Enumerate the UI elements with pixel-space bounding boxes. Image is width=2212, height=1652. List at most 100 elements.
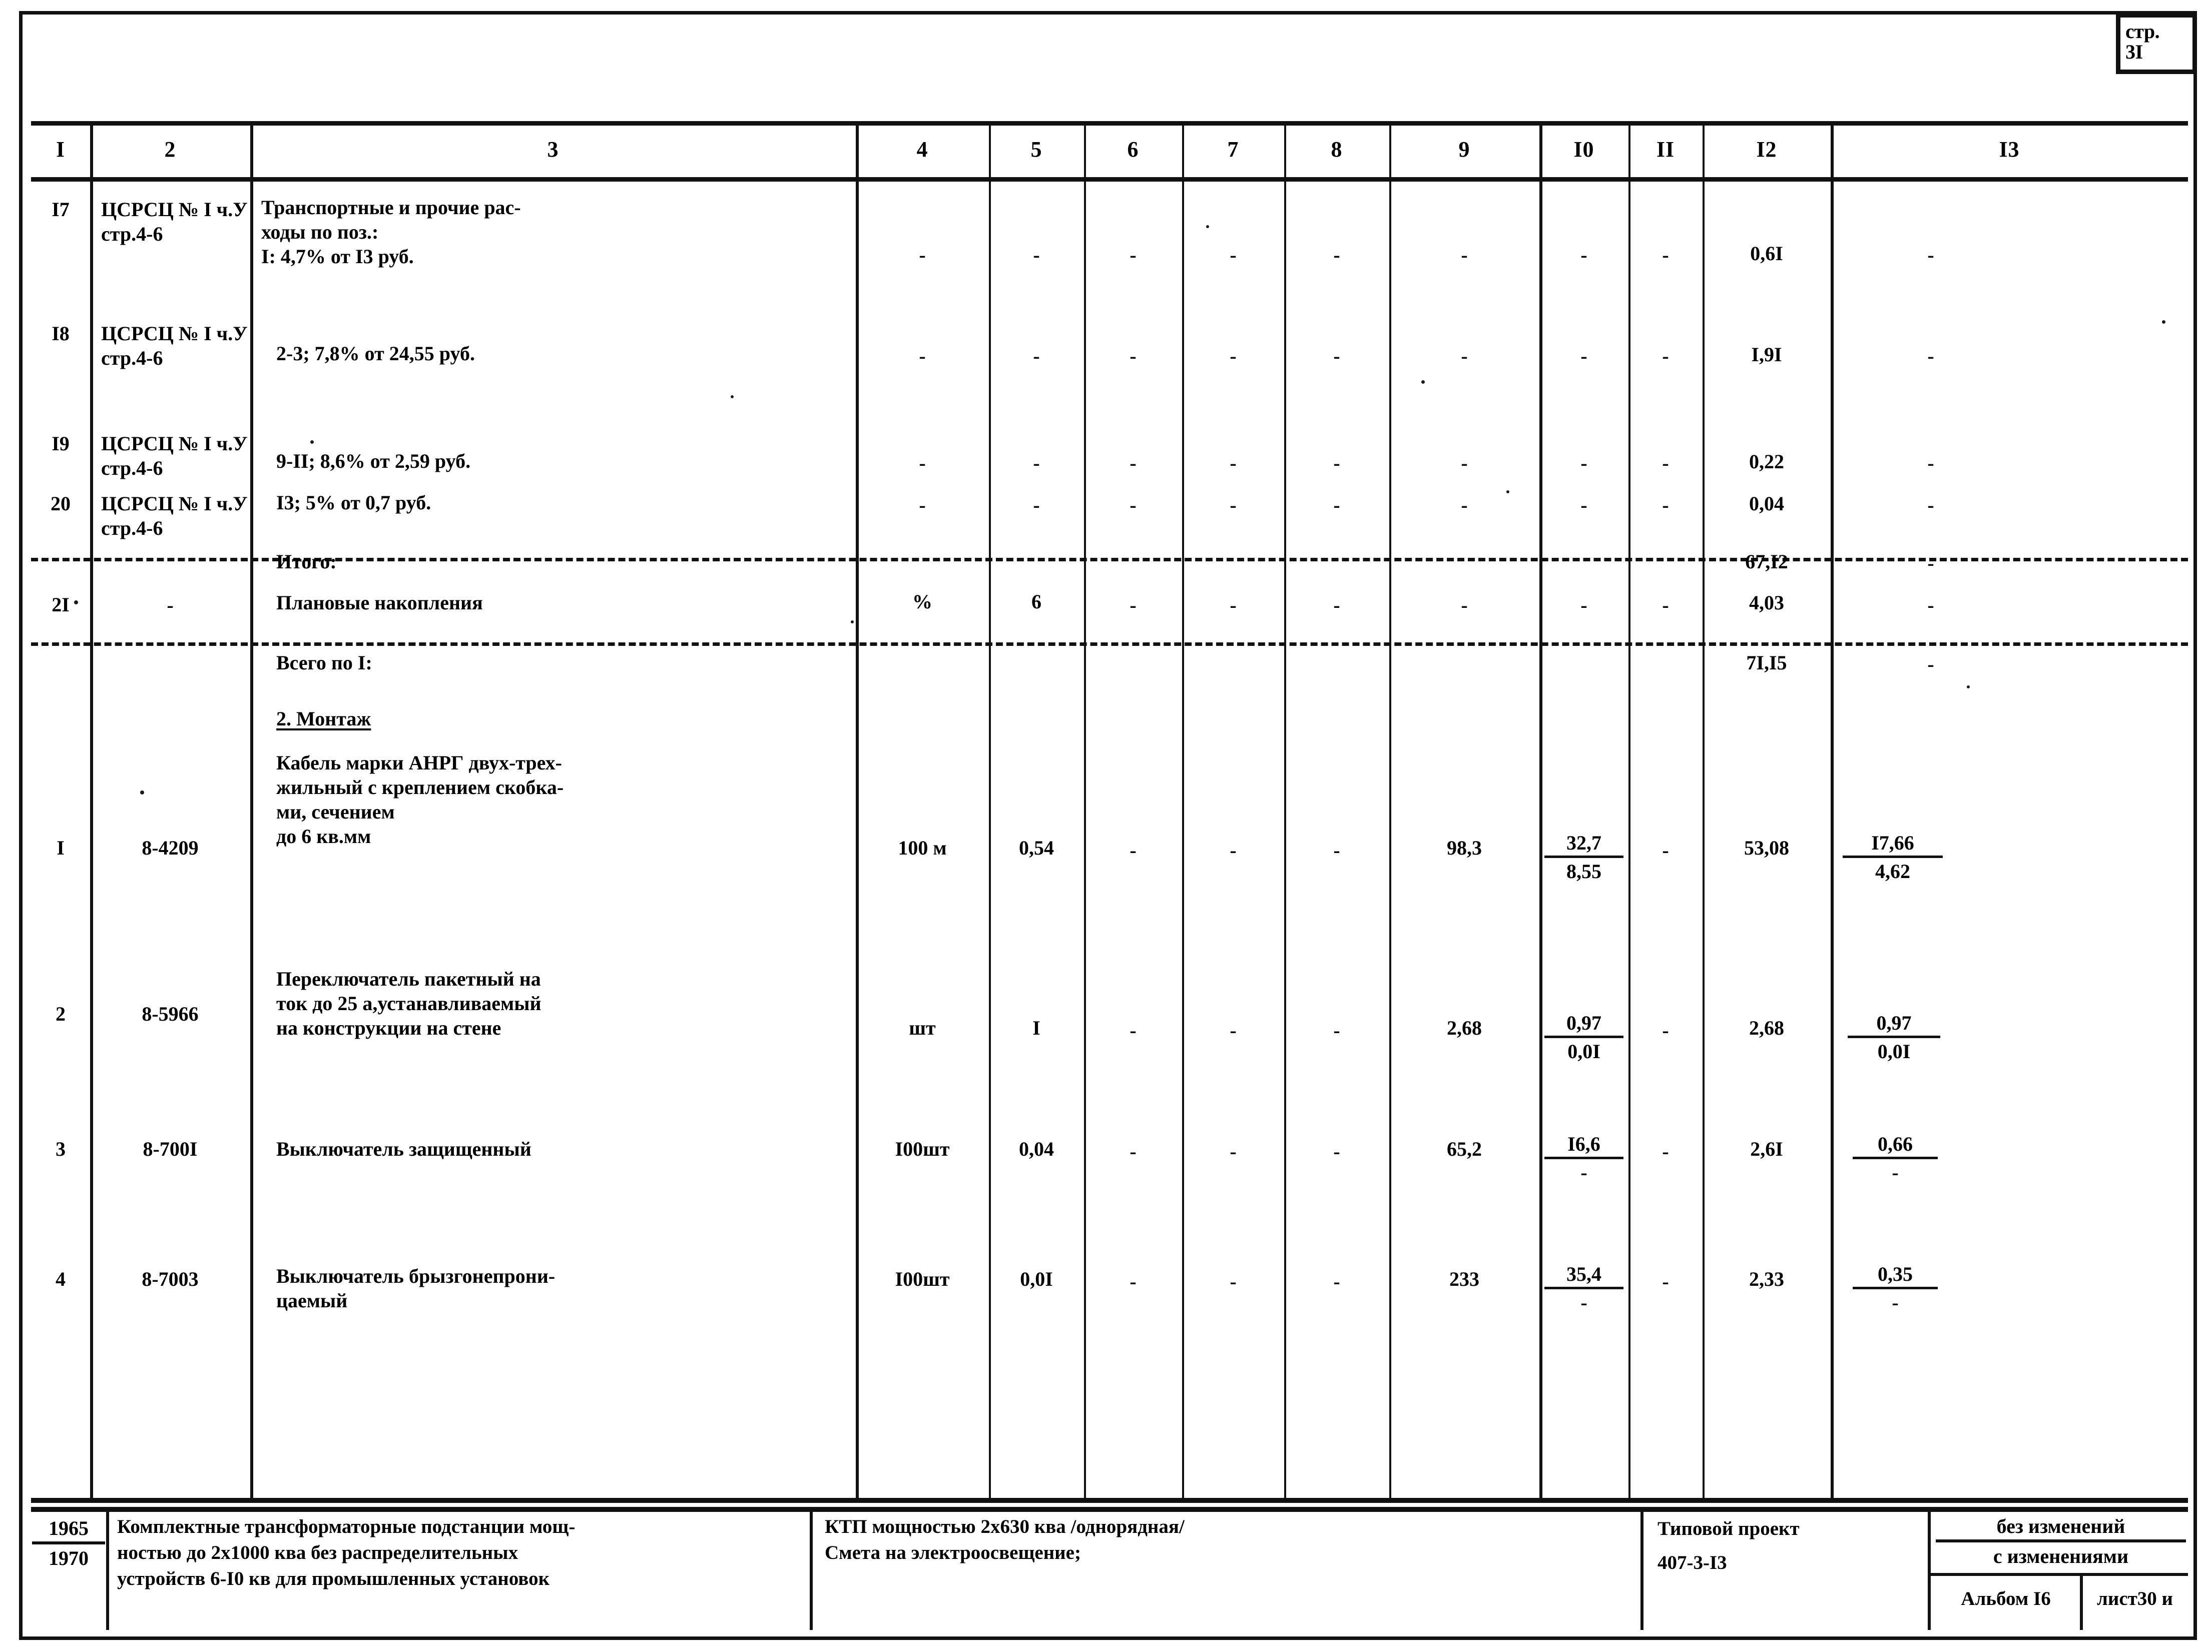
table-row: I — [57, 837, 65, 859]
scan-speck — [731, 395, 734, 398]
col-sep-6 — [1182, 121, 1184, 1503]
title-block-sep-1 — [106, 1507, 109, 1630]
table-row: - — [1333, 244, 1340, 266]
estimate-table: I 2 3 4 5 6 7 8 9 I0 II I2 I3 I7 ЦСРСЦ №… — [31, 121, 2188, 1503]
table-row: - — [1333, 494, 1340, 516]
scan-speck — [140, 790, 144, 794]
table-row: 2,68 — [1447, 1017, 1482, 1039]
col-sep-8 — [1389, 121, 1391, 1503]
col-sep-4 — [989, 121, 991, 1503]
fraction-numerator: I6,6 — [1544, 1133, 1623, 1159]
table-row: - — [1033, 452, 1040, 474]
table-row: - — [1230, 1140, 1237, 1163]
table-row: - — [1130, 452, 1137, 474]
table-row: 8-5966 — [142, 1003, 199, 1025]
table-row: - — [1333, 1019, 1340, 1042]
table-row: 7I,I5 — [1746, 651, 1787, 674]
fraction-denominator: 8,55 — [1566, 860, 1601, 883]
page-number-stamp: стр. 3I — [2116, 13, 2197, 74]
col-header-4: 4 — [916, 137, 928, 162]
col-sep-5 — [1084, 121, 1086, 1503]
fraction-denominator: 4,62 — [1875, 860, 1910, 883]
table-row: - — [1130, 839, 1137, 862]
table-row: I00шт — [895, 1138, 950, 1160]
table-row: 100 м — [898, 837, 947, 859]
fraction-numerator: 35,4 — [1544, 1263, 1623, 1289]
table-row: - — [1662, 244, 1669, 266]
table-row: Выключатель защищенный — [276, 1138, 531, 1160]
table-row: ЦСРСЦ № I ч.У стр.4-6 — [101, 432, 248, 479]
revision-without-changes: без изменений — [1936, 1514, 2186, 1542]
table-row: 0,22 — [1749, 450, 1784, 473]
table-row: - — [1662, 839, 1669, 862]
col-header-8: 8 — [1331, 137, 1343, 162]
table-row: - — [1662, 1270, 1669, 1293]
table-row: 0,04 — [1749, 492, 1784, 515]
table-row: 67,I2 — [1745, 550, 1788, 573]
title-block-sep-4 — [1928, 1507, 1931, 1630]
sheet-number: лист30 и — [2096, 1588, 2173, 1609]
table-row-fraction: 35,4 - — [1544, 1263, 1623, 1314]
table-row: - — [1333, 345, 1340, 367]
table-row: - — [919, 345, 926, 367]
table-row: 8-4209 — [142, 837, 199, 859]
table-row: 3 — [56, 1138, 66, 1160]
col-sep-12 — [1831, 121, 1834, 1503]
table-row: - — [1230, 452, 1237, 474]
col-header-1: I — [56, 137, 66, 162]
table-row: - — [1130, 1019, 1137, 1042]
fraction-denominator: - — [1892, 1161, 1899, 1184]
object-title: Комплектные трансформаторные подстанции … — [117, 1516, 576, 1589]
table-row-fraction: 0,97 0,0I — [1544, 1012, 1623, 1063]
col-header-9: 9 — [1458, 137, 1470, 162]
table-row: 2,33 — [1749, 1268, 1784, 1290]
table-row: - — [1130, 494, 1137, 516]
title-block: 1965 1970 Комплектные трансформаторные п… — [31, 1507, 2188, 1630]
table-row: ЦСРСЦ № I ч.У стр.4-6 — [101, 492, 248, 539]
scan-speck — [1506, 490, 1509, 493]
scan-speck — [1206, 225, 1209, 228]
subtotal-separator-2 — [31, 642, 2188, 646]
table-row: - — [1662, 345, 1669, 367]
table-row: Транспортные и прочие рас- ходы по поз.:… — [261, 196, 521, 268]
table-row: 2I — [52, 593, 70, 616]
table-row: 0,0I — [1020, 1268, 1053, 1290]
fraction-numerator: 0,97 — [1544, 1012, 1623, 1038]
table-row: 53,08 — [1744, 837, 1789, 859]
revision-state: без изменений с изменениями — [1936, 1514, 2186, 1569]
col-header-12: I2 — [1756, 137, 1777, 162]
fraction-numerator: 0,97 — [1848, 1012, 1940, 1038]
table-row: - — [1230, 1019, 1237, 1042]
col-header-11: II — [1656, 137, 1675, 162]
fraction-denominator: 0,0I — [1567, 1040, 1600, 1063]
table-row: - — [1333, 1270, 1340, 1293]
table-row: - — [1230, 1270, 1237, 1293]
table-row: - — [1580, 452, 1587, 474]
table-row: 2 — [56, 1003, 66, 1025]
col-sep-1 — [90, 121, 93, 1503]
table-row: - — [919, 452, 926, 474]
revision-with-changes: с изменениями — [1993, 1545, 2129, 1567]
table-bottom-rule — [31, 1498, 2188, 1503]
table-row: 6 — [1031, 590, 1041, 613]
table-row: - — [1461, 594, 1468, 616]
table-row: - — [1580, 345, 1587, 367]
table-row: - — [1662, 452, 1669, 474]
years-range: 1965 1970 — [32, 1516, 105, 1571]
table-row: Всего по I: — [276, 651, 372, 674]
album-number: Альбом I6 — [1961, 1588, 2051, 1609]
fraction-denominator: - — [1580, 1291, 1587, 1314]
col-header-7: 7 — [1227, 137, 1239, 162]
table-row: - — [1130, 594, 1137, 616]
table-row: - — [1662, 1019, 1669, 1042]
table-row: - — [1580, 244, 1587, 266]
title-block-hline-1 — [1928, 1573, 2188, 1576]
table-row: 8-700I — [143, 1138, 198, 1160]
table-row: - — [1033, 244, 1040, 266]
col-sep-10 — [1628, 121, 1630, 1503]
col-header-13: I3 — [1999, 137, 2020, 162]
fraction-denominator: - — [1580, 1161, 1587, 1184]
col-header-2: 2 — [164, 137, 176, 162]
table-row: - — [1333, 452, 1340, 474]
table-row: % — [912, 590, 932, 613]
